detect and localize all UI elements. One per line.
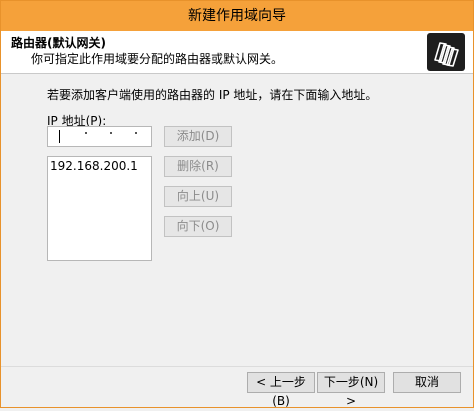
list-item[interactable]: 192.168.200.1 — [50, 159, 138, 173]
title-bar: 新建作用域向导 — [1, 1, 473, 31]
move-up-button[interactable]: 向上(U) — [164, 186, 232, 207]
router-list[interactable]: 192.168.200.1 — [47, 156, 152, 261]
footer-divider — [1, 366, 473, 367]
next-button[interactable]: 下一步(N) > — [317, 372, 385, 408]
header-title: 路由器(默认网关) — [11, 36, 106, 50]
window-title: 新建作用域向导 — [188, 8, 286, 24]
add-button[interactable]: 添加(D) — [164, 126, 232, 147]
ip-octet-separator — [85, 132, 87, 134]
text-caret — [59, 130, 60, 143]
cancel-button[interactable]: 取消 — [393, 372, 461, 393]
remove-button[interactable]: 删除(R) — [164, 156, 232, 177]
wizard-window: 新建作用域向导 路由器(默认网关) 你可指定此作用域要分配的路由器或默认网关。 … — [0, 0, 474, 408]
ip-octet-separator — [110, 132, 112, 134]
move-down-button[interactable]: 向下(O) — [164, 216, 232, 237]
wizard-header: 路由器(默认网关) 你可指定此作用域要分配的路由器或默认网关。 — [1, 31, 473, 74]
back-button[interactable]: < 上一步(B) — [247, 372, 315, 408]
header-subtitle: 你可指定此作用域要分配的路由器或默认网关。 — [31, 52, 284, 66]
ip-address-input[interactable] — [47, 126, 152, 147]
ip-octet-separator — [135, 132, 137, 134]
folders-icon — [427, 33, 465, 71]
instruction-text: 若要添加客户端使用的路由器的 IP 地址，请在下面输入地址。 — [47, 88, 378, 102]
wizard-content: 若要添加客户端使用的路由器的 IP 地址，请在下面输入地址。 IP 地址(P):… — [1, 74, 473, 366]
